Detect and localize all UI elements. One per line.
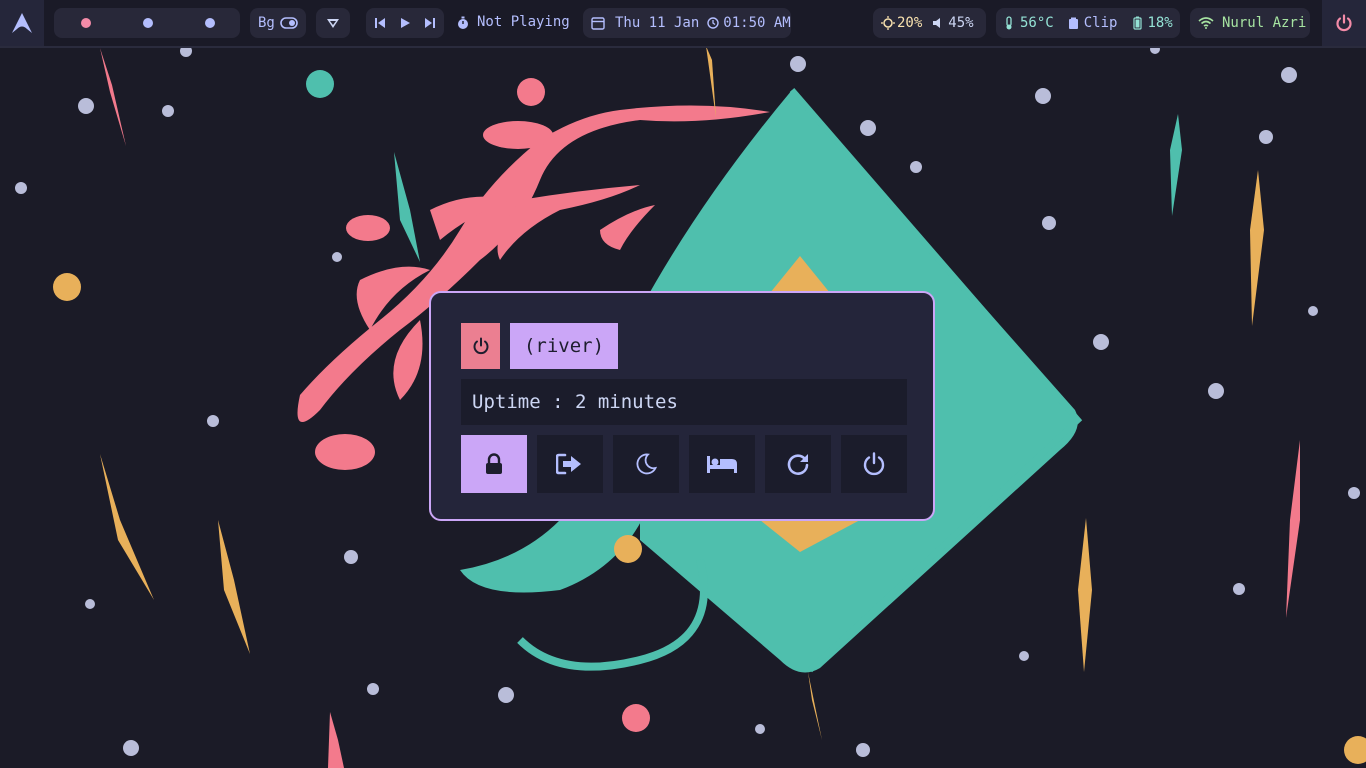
suspend-button[interactable] [613, 435, 679, 493]
temperature-value: 56°C [1020, 15, 1054, 31]
workspace-dot-icon[interactable] [205, 18, 215, 28]
workspaces [54, 8, 240, 38]
clock-icon [707, 17, 719, 29]
wifi-icon [1198, 17, 1214, 29]
hibernate-button[interactable] [689, 435, 755, 493]
toggle-icon [280, 17, 298, 29]
brightness-value[interactable]: 20% [897, 15, 922, 31]
network-name: Nurul Azri [1222, 15, 1307, 31]
logout-icon [556, 453, 581, 475]
logout-button[interactable] [537, 435, 603, 493]
bg-label: Bg [258, 15, 275, 31]
power-actions [461, 435, 907, 493]
clipboard-icon [1068, 17, 1078, 29]
workspace-dot-icon[interactable] [143, 18, 153, 28]
top-bar: Bg Not Playing Thu 11 Jan 01:50 AM 20% 4… [0, 0, 1366, 48]
timer-icon [458, 16, 468, 29]
play-icon[interactable] [399, 17, 411, 29]
arch-logo-icon [12, 13, 32, 33]
workspace-dot-icon[interactable] [81, 18, 91, 28]
thermometer-icon [1006, 16, 1012, 30]
brightness-icon [881, 16, 895, 30]
time-text: 01:50 AM [723, 15, 791, 31]
previous-icon[interactable] [374, 17, 386, 29]
battery-icon [1133, 16, 1143, 30]
uptime-text: Uptime : 2 minutes [461, 379, 907, 425]
launcher-button[interactable] [0, 0, 44, 46]
media-status[interactable]: Not Playing [477, 14, 570, 30]
wallpaper-icon [327, 19, 339, 28]
power-icon [473, 337, 488, 355]
system-stats: 56°C Clip 18% [996, 8, 1180, 38]
reboot-icon [787, 454, 809, 475]
power-dialog: (river) Uptime : 2 minutes [429, 291, 935, 521]
calendar-icon [591, 17, 605, 30]
reboot-button[interactable] [765, 435, 831, 493]
power-icon [863, 452, 885, 476]
moon-icon [636, 453, 657, 475]
network[interactable]: Nurul Azri [1190, 8, 1310, 38]
volume-icon [933, 18, 941, 28]
wallpaper-button[interactable] [316, 8, 350, 38]
power-menu-button[interactable] [1322, 0, 1366, 46]
date-text: Thu 11 Jan [615, 15, 700, 31]
shutdown-button[interactable] [841, 435, 907, 493]
next-icon[interactable] [424, 17, 436, 29]
lock-icon [486, 453, 502, 474]
battery-value: 18% [1147, 15, 1173, 31]
bed-icon [707, 456, 737, 473]
lock-button[interactable] [461, 435, 527, 493]
volume-value[interactable]: 45% [948, 15, 973, 31]
session-name: (river) [510, 323, 618, 369]
datetime[interactable]: Thu 11 Jan 01:50 AM [583, 8, 791, 38]
clipboard-label[interactable]: Clip [1084, 15, 1118, 31]
media-controls [366, 8, 444, 38]
power-icon [1336, 14, 1352, 32]
bg-toggle[interactable]: Bg [250, 8, 306, 38]
brightness-volume: 20% 45% [873, 8, 986, 38]
power-badge [461, 323, 500, 369]
